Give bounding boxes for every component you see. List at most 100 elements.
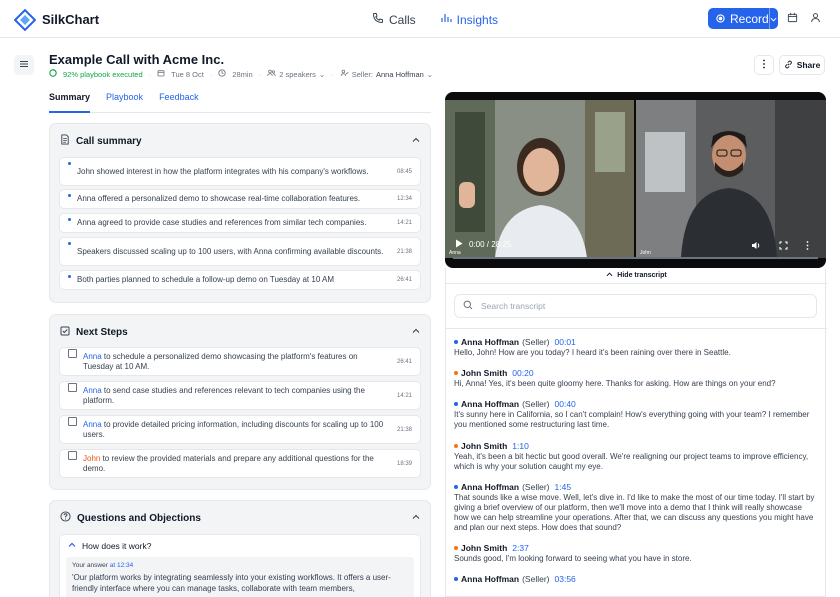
play-icon[interactable] [455,239,463,250]
nav-calls[interactable]: Calls [372,12,416,27]
speaker-name: Anna Hoffman [461,399,520,409]
video-player[interactable]: Anna John 0:00 / 28:25 [445,92,826,268]
summary-item[interactable]: Both parties planned to schedule a follo… [59,270,421,290]
speaker-role: (Seller) [522,574,550,584]
question-toggle[interactable]: How does it work? [60,535,420,557]
user-icon [810,12,821,26]
chevron-up-icon[interactable] [412,136,420,147]
next-step-timestamp[interactable]: 26:41 [397,357,412,367]
calendar-button[interactable] [783,10,801,28]
users-icon [267,69,276,79]
transcript-search-input[interactable] [481,301,781,311]
entry-timestamp[interactable]: 00:01 [555,337,576,347]
next-step-description: to schedule a personalized demo showcasi… [83,351,358,371]
next-step-description: to send case studies and references rele… [83,385,365,405]
speaker-dot [454,371,458,375]
next-step-item: Anna to provide detailed pricing informa… [59,415,421,444]
entry-timestamp[interactable]: 03:56 [555,574,576,584]
calendar-icon [157,69,165,79]
entry-timestamp[interactable]: 1:10 [512,441,529,451]
volume-icon[interactable] [751,239,761,253]
chevron-down-icon: ⌄ [426,69,434,79]
transcript-entry: Anna Hoffman (Seller) 03:56 [454,574,818,585]
summary-item[interactable]: Anna agreed to provide case studies and … [59,213,421,233]
entry-timestamp[interactable]: 00:20 [512,368,533,378]
hamburger-icon [19,58,29,72]
next-step-checkbox[interactable] [68,451,77,460]
answer-text: 'Our platform works by integrating seaml… [72,573,391,593]
next-step-timestamp[interactable]: 18:39 [397,459,412,469]
assignee-name: John [83,453,101,463]
next-step-timestamp[interactable]: 14:21 [397,391,412,401]
speaker-name: John Smith [461,368,508,378]
main-nav: Calls Insights [372,12,498,27]
entry-timestamp[interactable]: 00:40 [555,399,576,409]
chevron-down-icon [770,12,777,26]
playbook-status-icon [49,69,57,79]
speakers-dropdown[interactable]: 2 speakers ⌄ [267,69,325,79]
next-step-description: to review the provided materials and pre… [83,453,374,473]
bullet [68,218,71,221]
call-date: Tue 8 Oct [171,69,204,79]
sidebar-toggle-button[interactable] [14,55,34,75]
clock-icon [218,69,226,79]
divider [446,328,827,329]
entry-timestamp[interactable]: 2:37 [512,543,529,553]
hide-transcript-label: Hide transcript [617,272,667,279]
playbook-executed[interactable]: 92% playbook executed [63,70,143,79]
next-step-timestamp[interactable]: 21:38 [397,425,412,435]
summary-timestamp[interactable]: 26:41 [397,275,412,285]
summary-timestamp[interactable]: 21:38 [397,247,412,257]
hide-transcript-button[interactable]: Hide transcript [446,268,827,284]
more-options-button[interactable] [754,55,774,75]
fullscreen-icon[interactable] [779,239,788,253]
nav-insights[interactable]: Insights [440,12,498,27]
silkchart-logo-icon [13,8,37,32]
nav-insights-label: Insights [456,12,499,27]
questions-title: Questions and Objections [77,512,201,524]
speaker-dot [454,577,458,581]
share-button[interactable]: Share [779,55,825,75]
next-step-checkbox[interactable] [68,349,77,358]
share-label: Share [796,60,821,70]
record-options-button[interactable] [768,8,778,29]
chevron-up-icon [606,271,613,280]
summary-item[interactable]: Anna offered a personalized demo to show… [59,189,421,209]
transcript-entry: Anna Hoffman (Seller) 00:40 It's sunny her… [454,399,818,430]
question-circle-icon [60,511,71,525]
nav-calls-label: Calls [389,12,416,27]
tab-playbook[interactable]: Playbook [106,91,143,112]
tab-feedback[interactable]: Feedback [159,91,199,112]
speaker-dot [454,485,458,489]
summary-item[interactable]: Speakers discussed scaling up to 100 use… [59,237,421,266]
next-step-text: Anna to provide detailed pricing informa… [83,420,389,440]
entry-timestamp[interactable]: 1:45 [555,482,572,492]
video-progress-track[interactable] [453,257,818,259]
seller-dropdown[interactable]: Seller: Anna Hoffman ⌄ [340,69,433,79]
phone-icon [372,12,384,27]
speaker-name: Anna Hoffman [461,482,520,492]
next-step-checkbox[interactable] [68,383,77,392]
summary-timestamp[interactable]: 12:34 [397,194,412,204]
chevron-up-icon[interactable] [412,327,420,338]
speaker-dot [454,546,458,550]
call-summary-header[interactable]: Call summary [50,124,430,158]
answer-timestamp[interactable]: 12:34 [117,562,133,569]
questions-header[interactable]: Questions and Objections [50,501,430,535]
entry-text: Hi, Anna! Yes, it's been quite gloomy he… [454,379,776,388]
entry-text: Sounds good, I'm looking forward to seei… [454,554,692,563]
call-summary-title: Call summary [76,135,142,147]
next-step-checkbox[interactable] [68,417,77,426]
chevron-up-icon[interactable] [412,513,420,524]
next-steps-header[interactable]: Next Steps [50,315,430,349]
summary-item[interactable]: John showed interest in how the platform… [59,157,421,186]
bullet [68,242,71,245]
profile-button[interactable] [806,10,824,28]
more-vertical-icon[interactable] [806,239,809,253]
summary-timestamp[interactable]: 14:21 [397,218,412,228]
tab-summary[interactable]: Summary [49,91,91,113]
speaker-dot [454,340,458,344]
record-button[interactable]: Record [708,8,778,29]
app-logo[interactable]: SilkChart [13,8,99,32]
summary-timestamp[interactable]: 08:45 [397,167,412,177]
